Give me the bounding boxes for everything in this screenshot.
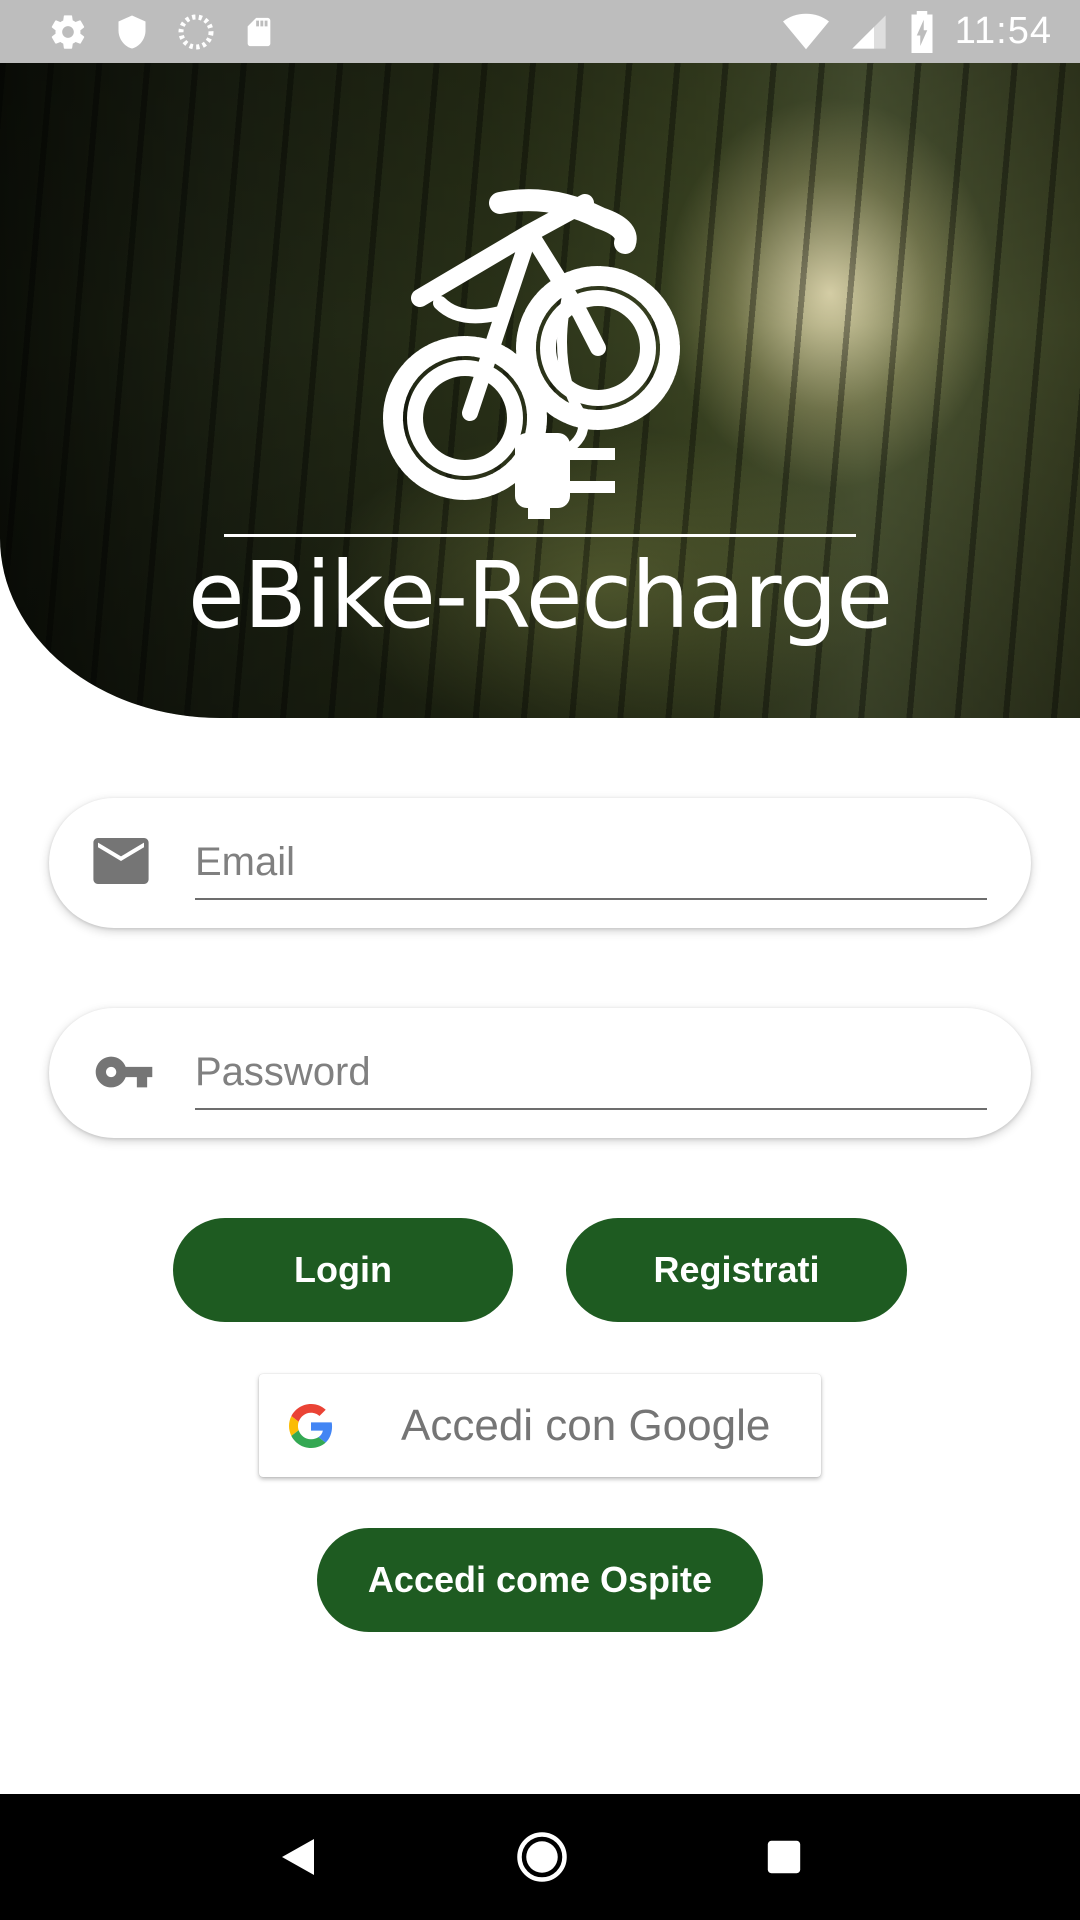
home-icon[interactable]: [515, 1830, 569, 1884]
shield-icon: [114, 12, 150, 52]
hero-banner: eBike-Recharge: [0, 63, 1080, 718]
ebike-plug-logo: [383, 189, 680, 519]
mail-icon: [93, 838, 153, 888]
gear-icon: [48, 12, 88, 52]
back-icon[interactable]: [278, 1835, 318, 1879]
signal-icon: [849, 12, 889, 52]
login-button[interactable]: Login: [173, 1218, 513, 1322]
app-title: eBike-Recharge: [188, 542, 893, 649]
google-logo-icon: [289, 1404, 333, 1448]
status-time: 11:54: [954, 10, 1052, 52]
email-input[interactable]: [195, 816, 987, 900]
email-field-container: [49, 798, 1031, 928]
google-signin-label: Accedi con Google: [401, 1401, 771, 1450]
sync-icon: [176, 12, 216, 52]
status-left-icons: [48, 12, 276, 52]
navigation-bar: [0, 1794, 1080, 1920]
wifi-icon: [782, 12, 829, 52]
password-field-container: [49, 1008, 1031, 1138]
status-bar: 11:54: [0, 0, 1080, 63]
battery-charging-icon: [909, 10, 935, 53]
status-right-icons: 11:54: [782, 10, 1052, 53]
google-signin-button[interactable]: Accedi con Google: [259, 1374, 821, 1477]
recents-icon[interactable]: [766, 1839, 802, 1875]
title-divider: [224, 534, 856, 537]
guest-login-button[interactable]: Accedi come Ospite: [317, 1528, 763, 1632]
sd-card-icon: [242, 12, 276, 52]
key-icon: [93, 1048, 153, 1098]
register-button[interactable]: Registrati: [566, 1218, 907, 1322]
password-input[interactable]: [195, 1026, 987, 1110]
